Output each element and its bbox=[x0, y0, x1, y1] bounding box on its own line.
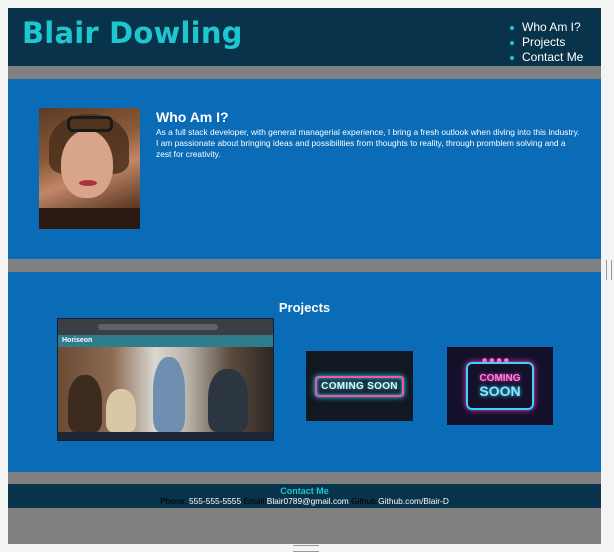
project-screenshot-browserbar bbox=[58, 319, 273, 335]
project-card-horiseon[interactable]: Horiseon bbox=[57, 318, 274, 441]
project-card-coming-soon-1[interactable]: COMING SOON bbox=[306, 351, 413, 421]
email-link[interactable]: Blair0789@gmail.com bbox=[267, 496, 349, 506]
about-section: Who Am I? As a full stack developer, wit… bbox=[8, 79, 601, 259]
photo-person bbox=[153, 357, 185, 432]
contact-heading: Contact Me bbox=[280, 486, 329, 496]
nav-label: Contact Me bbox=[522, 50, 584, 64]
coming-soon-bubble: ●●●● COMING SOON bbox=[466, 357, 534, 410]
nav-menu: Who Am I? Projects Contact Me bbox=[510, 20, 583, 65]
coming-soon-bottom: SOON bbox=[479, 383, 521, 399]
page: Blair Dowling Who Am I? Projects Contact… bbox=[8, 8, 601, 544]
projects-section: Projects Horiseon COMING SOON ●●●● COMIN… bbox=[8, 272, 601, 472]
nav-label: Projects bbox=[522, 35, 566, 49]
about-text: As a full stack developer, with general … bbox=[156, 127, 580, 159]
nav-label: Who Am I? bbox=[522, 20, 581, 34]
coming-soon-sign: COMING SOON bbox=[315, 375, 404, 397]
bullet-icon bbox=[510, 26, 514, 30]
email-label: Email: bbox=[243, 496, 267, 506]
site-header: Blair Dowling Who Am I? Projects Contact… bbox=[8, 8, 601, 66]
photo-lips bbox=[79, 180, 97, 186]
project-card-coming-soon-2[interactable]: ●●●● COMING SOON bbox=[447, 347, 553, 425]
phone-label: Phone: bbox=[160, 496, 187, 506]
profile-photo bbox=[39, 108, 140, 229]
github-label: Github: bbox=[351, 496, 379, 506]
bullet-icon bbox=[510, 56, 514, 60]
photo-shirt bbox=[39, 208, 140, 229]
bullet-icon bbox=[510, 41, 514, 45]
photo-sunglasses bbox=[67, 116, 113, 132]
scrollbar-handle[interactable] bbox=[606, 260, 612, 280]
project-screenshot-logo: Horiseon bbox=[62, 337, 93, 344]
dots-icon: ●●●● bbox=[482, 357, 511, 364]
photo-face bbox=[61, 130, 113, 198]
project-screenshot-photo bbox=[58, 347, 273, 432]
github-link[interactable]: Github.com/Blair-D bbox=[378, 496, 449, 506]
photo-person bbox=[68, 375, 102, 432]
site-title: Blair Dowling bbox=[22, 16, 243, 50]
site-footer: Contact Me Phone: 555-555-5555 Email:Bla… bbox=[8, 484, 601, 508]
projects-heading: Projects bbox=[278, 300, 331, 315]
phone-value[interactable]: 555-555-5555 bbox=[189, 496, 241, 506]
project-screenshot-taskbar bbox=[58, 432, 273, 440]
nav-item-who-am-i[interactable]: Who Am I? bbox=[510, 20, 583, 35]
photo-person bbox=[106, 389, 136, 432]
project-screenshot-urlbar bbox=[98, 324, 218, 330]
nav-item-contact-me[interactable]: Contact Me bbox=[510, 50, 583, 65]
resize-handle[interactable] bbox=[293, 545, 319, 552]
about-heading: Who Am I? bbox=[156, 109, 229, 125]
photo-person bbox=[208, 369, 248, 432]
nav-item-projects[interactable]: Projects bbox=[510, 35, 583, 50]
contact-info: Phone: 555-555-5555 Email:Blair0789@gmai… bbox=[8, 496, 601, 506]
